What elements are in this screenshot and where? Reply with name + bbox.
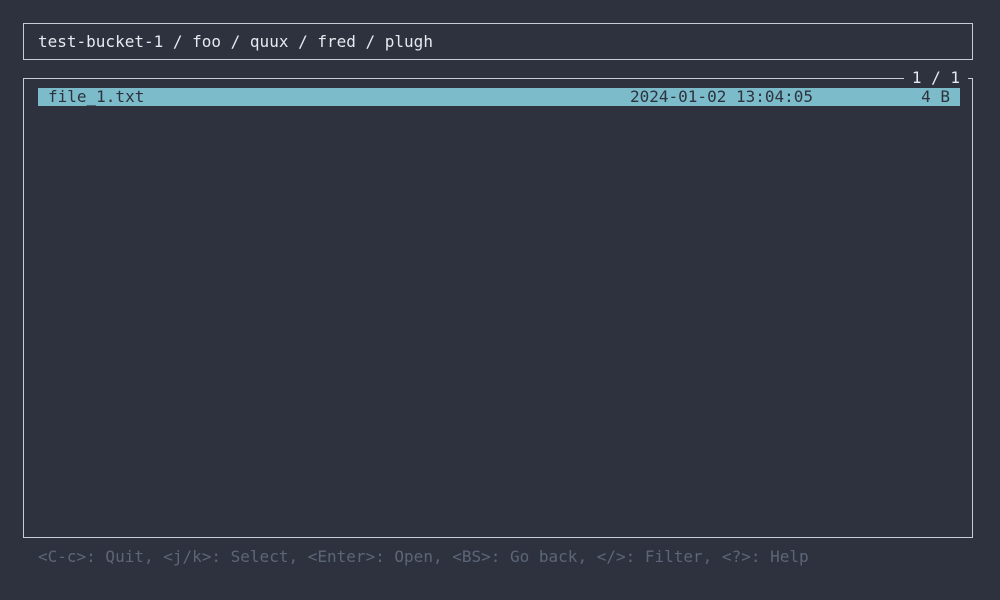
list-item[interactable]: file_1.txt 2024-01-02 13:04:05 4 B [38, 88, 960, 106]
file-name: file_1.txt [48, 87, 145, 106]
breadcrumb: test-bucket-1 / foo / quux / fred / plug… [38, 32, 433, 51]
object-list-panel: 1 / 1 file_1.txt 2024-01-02 13:04:05 4 B [23, 68, 973, 538]
page-counter: 1 / 1 [903, 68, 968, 88]
breadcrumb-panel: test-bucket-1 / foo / quux / fred / plug… [23, 23, 973, 60]
keybinding-help-bar: <C-c>: Quit, <j/k>: Select, <Enter>: Ope… [38, 547, 809, 566]
file-size: 4 B [921, 87, 950, 106]
file-modified-date: 2024-01-02 13:04:05 [630, 87, 814, 106]
